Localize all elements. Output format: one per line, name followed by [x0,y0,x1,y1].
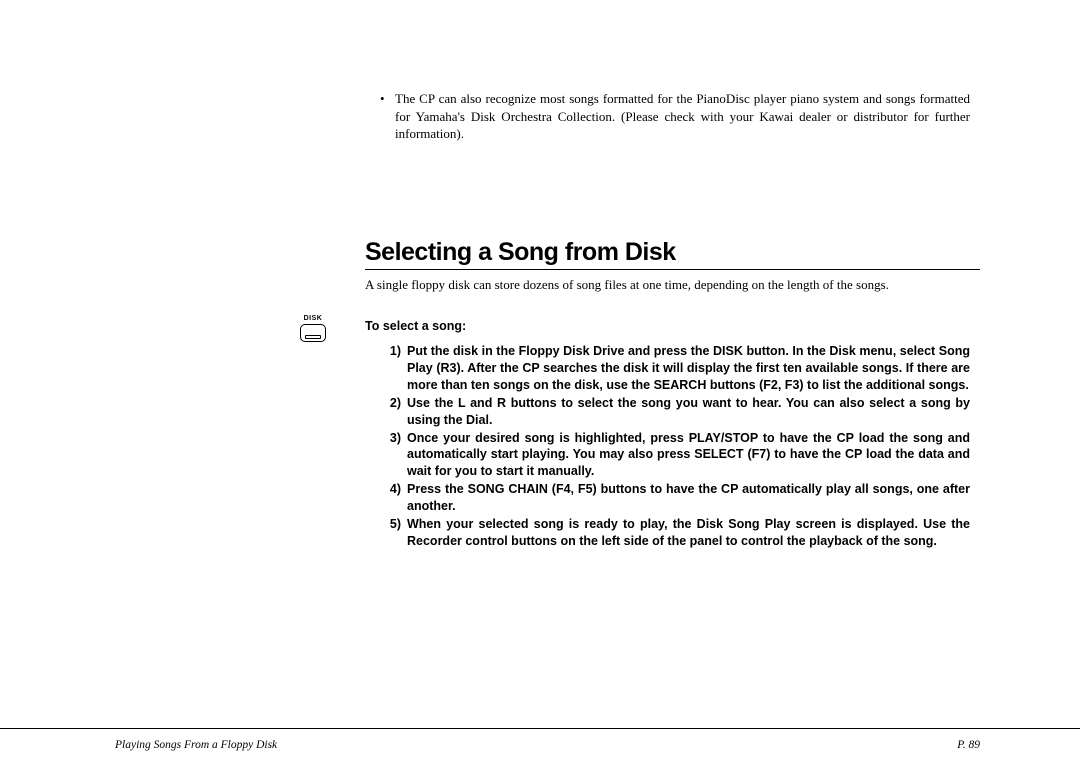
subheading: To select a song: [365,319,980,333]
step-text: When your selected song is ready to play… [407,516,970,550]
section-heading: Selecting a Song from Disk [365,238,980,270]
step-number: 4) [385,481,407,515]
step-item: 3) Once your desired song is highlighted… [385,430,970,481]
disk-icon: DISK [300,315,326,342]
step-number: 1) [385,343,407,394]
step-item: 2) Use the L and R buttons to select the… [385,395,970,429]
step-number: 3) [385,430,407,481]
bullet-mark: • [380,90,395,143]
step-item: 4) Press the SONG CHAIN (F4, F5) buttons… [385,481,970,515]
page-footer: Playing Songs From a Floppy Disk P. 89 [115,739,980,751]
footer-page-number: P. 89 [957,739,980,751]
section-intro: A single floppy disk can store dozens of… [365,276,970,294]
step-item: 5) When your selected song is ready to p… [385,516,970,550]
step-number: 5) [385,516,407,550]
disk-icon-label: DISK [300,315,326,322]
step-text: Once your desired song is highlighted, p… [407,430,970,481]
top-bullet-section: • The CP can also recognize most songs f… [380,90,970,143]
step-number: 2) [385,395,407,429]
footer-chapter: Playing Songs From a Floppy Disk [115,739,277,751]
step-text: Use the L and R buttons to select the so… [407,395,970,429]
disk-icon-shape [300,324,326,342]
step-text: Press the SONG CHAIN (F4, F5) buttons to… [407,481,970,515]
steps-list: 1) Put the disk in the Floppy Disk Drive… [385,343,970,550]
bullet-item: • The CP can also recognize most songs f… [380,90,970,143]
bullet-text: The CP can also recognize most songs for… [395,90,970,143]
manual-page: • The CP can also recognize most songs f… [0,0,1080,764]
step-text: Put the disk in the Floppy Disk Drive an… [407,343,970,394]
step-item: 1) Put the disk in the Floppy Disk Drive… [385,343,970,394]
footer-divider [0,728,1080,729]
